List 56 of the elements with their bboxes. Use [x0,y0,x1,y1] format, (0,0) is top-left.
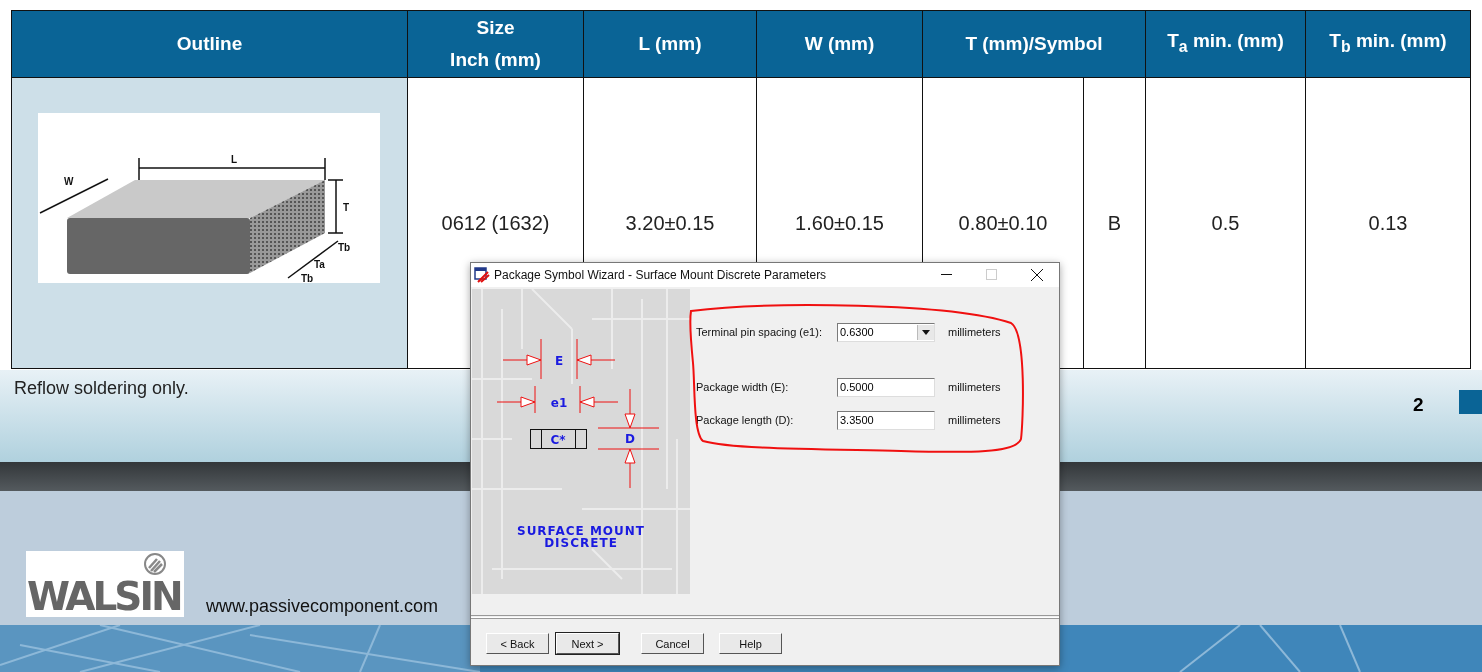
dimension-label: Tb [338,242,351,253]
dimension-label: W [64,176,74,187]
component-symbol [530,429,587,449]
extension-line [579,385,581,414]
diagram-caption: DISCRETE [544,536,618,550]
input-field[interactable]: 0.5000 [837,377,935,397]
page-tab-marker [1459,390,1482,414]
extension-line [540,338,542,380]
dimension-label: e1 [550,396,568,410]
footnote: Reflow soldering only. [14,378,189,399]
dialog-button[interactable]: Next > [556,633,619,654]
diagram-caption: SURFACE MOUNT [517,524,645,538]
dialog-button[interactable]: < Back [486,633,549,654]
extension-line [534,385,536,414]
website-link[interactable]: www.passivecomponent.com [206,596,439,617]
field-label: Package width (E): [696,381,790,393]
close-icon[interactable] [1031,269,1043,281]
table-cell: 0.5 [1145,77,1306,369]
dropdown-field[interactable]: 0.6300 [837,322,935,342]
dimension-arrow [496,396,536,408]
extension-line [576,338,578,380]
dimension-label: C* [550,433,566,447]
dimension-label: T [343,202,350,213]
dimension-arrow [624,448,636,489]
input-field[interactable]: 3.3500 [837,410,935,430]
column-header: T$_{b}$ min. (mm) [1305,10,1471,78]
field-label: Package length (D): [696,414,795,426]
extension-line [597,448,660,450]
caret-icon [922,329,930,335]
page-number: 2 [1413,394,1424,416]
dimension-label: D [625,432,635,446]
dimension-arrow [579,396,619,408]
unit-label: millimeters [948,326,1001,338]
column-header: W (mm) [756,10,923,78]
dimension-label: E [554,354,564,368]
dimension-label: L [231,154,238,165]
column-header: Size Inch (mm) [407,10,584,78]
dialog-button[interactable]: Help [719,633,782,654]
unit-label: millimeters [948,414,1001,426]
column-header: Outline [11,10,408,78]
dimension-arrow [624,388,636,429]
column-header: T$_{a}$ min. (mm) [1145,10,1306,78]
extension-line [597,427,660,429]
column-header: L (mm) [583,10,757,78]
company-logo: WALSIN [26,551,184,617]
dimension-label: Ta [314,259,325,270]
dialog-button[interactable]: Cancel [641,633,704,654]
dimension-arrow [576,354,616,366]
dimension-arrow [502,354,542,366]
striped-circle-icon [144,553,166,575]
app-icon [474,267,490,283]
table-cell: B [1083,77,1146,369]
dimension-label: Tb [301,273,314,283]
column-header: T (mm)/Symbol [922,10,1146,78]
table-cell: 0.13 [1305,77,1471,369]
unit-label: millimeters [948,381,1001,393]
